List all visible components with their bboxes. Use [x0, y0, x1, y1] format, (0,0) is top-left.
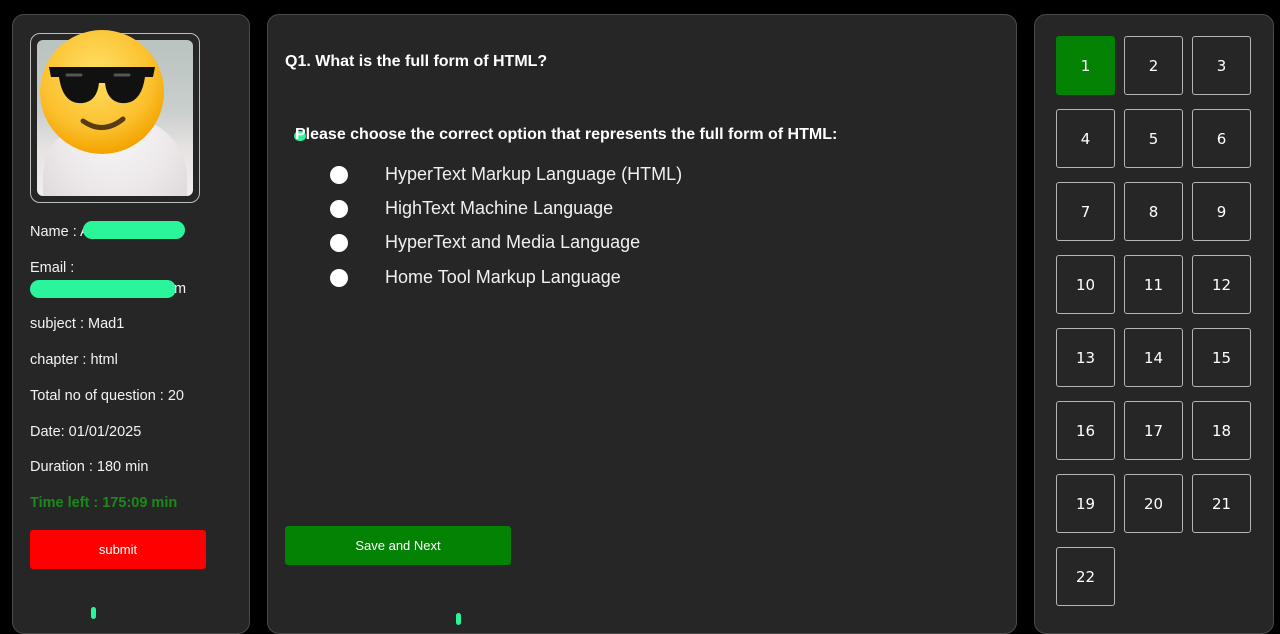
profile-date: Date: 01/01/2025: [30, 424, 142, 440]
question-number-button-1[interactable]: 1: [1056, 36, 1115, 95]
question-number-button-5[interactable]: 5: [1124, 109, 1183, 168]
profile-chapter: chapter : html: [30, 352, 118, 368]
decorative-mark: [456, 613, 461, 625]
question-number-button-3[interactable]: 3: [1192, 36, 1251, 95]
email-redaction: [30, 280, 176, 298]
question-number-button-14[interactable]: 14: [1124, 328, 1183, 387]
question-number-button-17[interactable]: 17: [1124, 401, 1183, 460]
question-number-button-6[interactable]: 6: [1192, 109, 1251, 168]
decorative-mark: [91, 607, 96, 619]
option-label: Home Tool Markup Language: [385, 267, 621, 287]
question-number-button-9[interactable]: 9: [1192, 182, 1251, 241]
question-number-button-10[interactable]: 10: [1056, 255, 1115, 314]
profile-subject: subject : Mad1: [30, 316, 125, 332]
question-number-button-8[interactable]: 8: [1124, 182, 1183, 241]
option-3[interactable]: HyperText and Media Language: [330, 231, 640, 255]
question-number-button-7[interactable]: 7: [1056, 182, 1115, 241]
question-number-button-16[interactable]: 16: [1056, 401, 1115, 460]
question-number-button-11[interactable]: 11: [1124, 255, 1183, 314]
sunglasses-emoji-icon: [37, 27, 167, 157]
name-redaction: [83, 221, 185, 239]
question-number-button-13[interactable]: 13: [1056, 328, 1115, 387]
question-number-button-19[interactable]: 19: [1056, 474, 1115, 533]
profile-email-label: Email :: [30, 260, 75, 276]
question-number-button-15[interactable]: 15: [1192, 328, 1251, 387]
question-title: Q1. What is the full form of HTML?: [285, 53, 548, 70]
option-2[interactable]: HighText Machine Language: [330, 197, 613, 221]
question-instruction: Please choose the correct option that re…: [295, 126, 838, 143]
question-number-button-18[interactable]: 18: [1192, 401, 1251, 460]
option-1[interactable]: HyperText Markup Language (HTML): [330, 163, 682, 187]
question-navigator: 1 2 3 4 5 6 7 8 9 10 11 12 13 14 15 16 17 18 19 20 21 22: [1034, 14, 1274, 634]
question-panel: Q1. What is the full form of HTML? Pleas…: [267, 14, 1017, 634]
option-radio[interactable]: [330, 166, 348, 184]
option-radio[interactable]: [330, 234, 348, 252]
option-4[interactable]: Home Tool Markup Language: [330, 266, 621, 290]
profile-duration: Duration : 180 min: [30, 459, 149, 475]
question-number-button-22[interactable]: 22: [1056, 547, 1115, 606]
question-number-button-4[interactable]: 4: [1056, 109, 1115, 168]
profile-panel: Name : A Email : m subject : Mad1 chapte…: [12, 14, 250, 634]
time-left: Time left : 175:09 min: [30, 495, 178, 511]
option-label: HyperText Markup Language (HTML): [385, 164, 683, 184]
profile-email-tail: m: [174, 281, 187, 297]
option-label: HighText Machine Language: [385, 198, 614, 218]
question-number-button-2[interactable]: 2: [1124, 36, 1183, 95]
profile-total-questions: Total no of question : 20: [30, 388, 184, 404]
profile-name: Name : A: [30, 224, 90, 240]
submit-button[interactable]: submit: [30, 530, 206, 569]
option-radio[interactable]: [330, 269, 348, 287]
question-number-button-20[interactable]: 20: [1124, 474, 1183, 533]
save-and-next-button[interactable]: Save and Next: [285, 526, 511, 565]
option-label: HyperText and Media Language: [385, 232, 641, 252]
question-number-button-12[interactable]: 12: [1192, 255, 1251, 314]
question-number-button-21[interactable]: 21: [1192, 474, 1251, 533]
option-radio[interactable]: [330, 200, 348, 218]
